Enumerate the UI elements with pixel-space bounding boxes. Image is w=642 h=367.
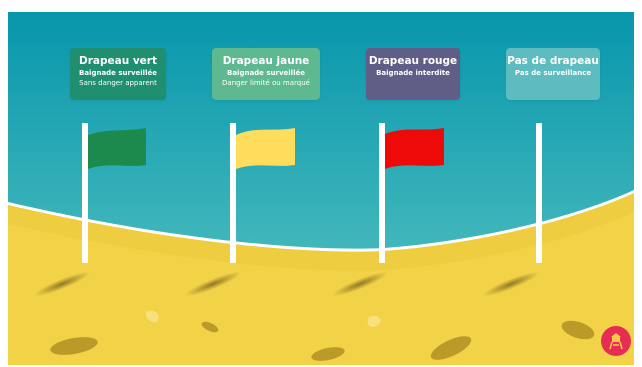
card-yellow-flag: Drapeau jaune Baignade surveillée Danger… xyxy=(212,48,320,100)
beach-flags-illustration: Drapeau vert Baignade surveillée Sans da… xyxy=(8,12,634,365)
card-no-flag: Pas de drapeau Pas de surveillance xyxy=(506,48,600,100)
pole-red xyxy=(379,123,385,263)
green-flag-icon xyxy=(88,128,146,169)
pole-yellow xyxy=(230,123,236,263)
card-title: Drapeau jaune xyxy=(222,55,310,67)
card-status: Baignade interdite xyxy=(376,69,450,77)
card-title: Drapeau vert xyxy=(79,55,157,67)
card-status: Baignade surveillée xyxy=(79,69,157,77)
card-title: Drapeau rouge xyxy=(368,55,458,67)
card-green-flag: Drapeau vert Baignade surveillée Sans da… xyxy=(70,48,166,100)
card-status: Pas de surveillance xyxy=(514,69,592,77)
pole-green xyxy=(82,123,88,263)
card-title: Pas de drapeau xyxy=(507,55,599,67)
lifeguard-tower-icon xyxy=(609,333,623,350)
card-red-flag: Drapeau rouge Baignade interdite xyxy=(366,48,460,100)
card-status: Baignade surveillée xyxy=(227,69,305,77)
yellow-flag-icon xyxy=(236,128,295,169)
card-detail: Sans danger apparent xyxy=(79,79,157,87)
logo[interactable] xyxy=(601,326,631,356)
pole-none xyxy=(536,123,542,263)
card-detail: Danger limité ou marqué xyxy=(222,79,310,87)
red-flag-icon xyxy=(385,128,444,169)
